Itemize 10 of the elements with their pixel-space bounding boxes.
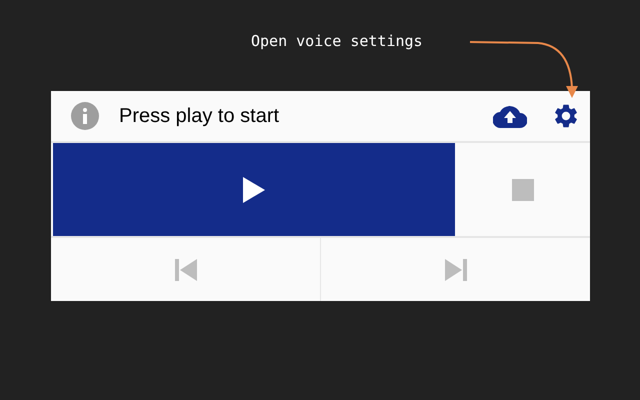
play-button[interactable] bbox=[53, 143, 455, 236]
play-icon bbox=[243, 176, 265, 202]
skip-back-icon bbox=[174, 258, 196, 280]
settings-icon bbox=[552, 102, 580, 130]
info-icon bbox=[71, 102, 99, 130]
annotation-text: Open voice settings bbox=[251, 32, 423, 50]
cloud-upload-icon bbox=[493, 104, 527, 128]
skip-forward-icon bbox=[444, 258, 466, 280]
stop-icon bbox=[512, 178, 534, 200]
status-text: Press play to start bbox=[119, 104, 280, 129]
